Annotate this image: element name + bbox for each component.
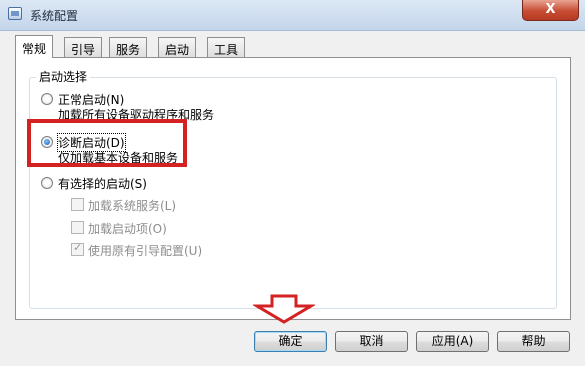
close-button[interactable]: X [522, 0, 579, 21]
general-tab-panel: 启动选择 正常启动(N) 加载所有设备驱动程序和服务 诊断启动(D) 仅加载基本… [15, 57, 571, 320]
tab-general[interactable]: 常规 [15, 35, 54, 58]
load-system-services-checkbox[interactable] [71, 198, 84, 211]
selective-startup-label[interactable]: 有选择的启动(S) [58, 175, 147, 192]
normal-startup-radio[interactable] [41, 93, 53, 105]
window-title: 系统配置 [30, 9, 79, 23]
tab-services[interactable]: 服务 [109, 37, 148, 57]
tab-tools[interactable]: 工具 [207, 37, 246, 57]
load-startup-items-label: 加载启动项(O) [88, 222, 167, 236]
load-system-services-label: 加载系统服务(L) [88, 199, 177, 213]
selective-startup-radio[interactable] [41, 177, 53, 189]
use-original-boot-config-checkbox[interactable] [71, 241, 84, 256]
tab-startup[interactable]: 启动 [158, 37, 197, 57]
system-config-icon [8, 7, 22, 20]
highlight-box [27, 119, 187, 167]
use-original-boot-config-label: 使用原有引导配置(U) [88, 244, 203, 258]
ok-button[interactable]: 确定 [254, 331, 327, 352]
load-startup-items-checkbox[interactable] [71, 221, 84, 234]
cancel-button[interactable]: 取消 [335, 331, 408, 352]
tab-boot[interactable]: 引导 [64, 37, 103, 57]
apply-button[interactable]: 应用(A) [416, 331, 489, 352]
startup-selection-title: 启动选择 [36, 68, 91, 85]
title-bar: 系统配置 X [0, 0, 585, 31]
help-button[interactable]: 帮助 [497, 331, 570, 352]
down-arrow-icon [253, 294, 315, 324]
